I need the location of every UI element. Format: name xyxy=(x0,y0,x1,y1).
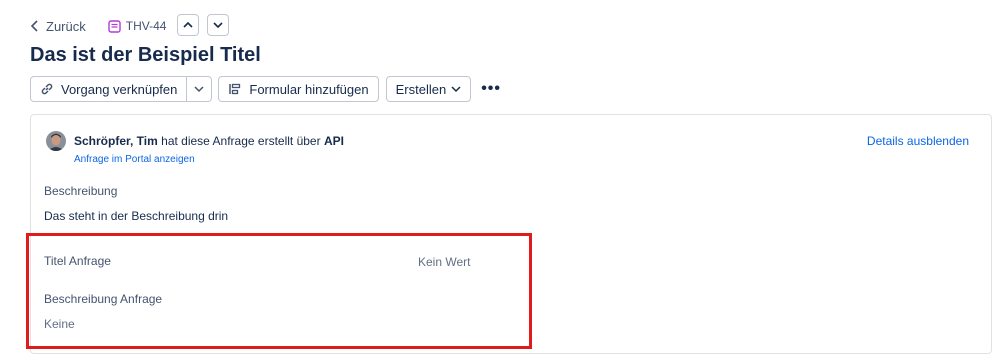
chevron-left-icon xyxy=(30,20,38,32)
request-creator-line: Schröpfer, Tim hat diese Anfrage erstell… xyxy=(74,134,344,148)
add-form-button[interactable]: Formular hinzufügen xyxy=(218,76,379,102)
chevron-up-icon xyxy=(183,21,193,28)
created-channel: API xyxy=(323,134,344,148)
description-label: Beschreibung xyxy=(44,184,118,198)
chevron-down-icon xyxy=(213,22,223,29)
back-link[interactable]: Zurück xyxy=(30,19,86,34)
created-via-text: hat diese Anfrage erstellt über xyxy=(161,134,321,148)
user-avatar-icon xyxy=(46,131,66,151)
hide-details-link[interactable]: Details ausblenden xyxy=(867,134,969,148)
link-issue-dropdown-button[interactable] xyxy=(187,76,213,102)
creator-name[interactable]: Schröpfer, Tim xyxy=(74,134,158,148)
back-label: Zurück xyxy=(46,18,86,34)
page-title: Das ist der Beispiel Titel xyxy=(30,44,261,66)
highlight-annotation-box xyxy=(26,233,532,349)
more-actions-button[interactable]: ••• xyxy=(481,80,501,98)
link-icon xyxy=(41,83,53,95)
avatar xyxy=(46,131,66,151)
create-dropdown-button[interactable]: Erstellen xyxy=(385,76,472,102)
request-type-icon xyxy=(108,19,121,33)
description-value: Das steht in der Beschreibung drin xyxy=(44,209,229,223)
view-in-portal-link[interactable]: Anfrage im Portal anzeigen xyxy=(74,154,195,165)
create-label: Erstellen xyxy=(395,81,447,97)
link-issue-split-button: Vorgang verknüpfen xyxy=(30,76,213,102)
add-form-label: Formular hinzufügen xyxy=(249,81,369,97)
link-issue-label: Vorgang verknüpfen xyxy=(61,81,178,97)
chevron-down-icon xyxy=(194,86,204,93)
chevron-down-icon xyxy=(451,86,461,93)
issue-key: THV-44 xyxy=(125,19,167,33)
form-icon xyxy=(229,83,241,95)
top-navigation: Zurück THV-44 xyxy=(30,14,166,38)
next-issue-button[interactable] xyxy=(207,14,229,36)
link-issue-button[interactable]: Vorgang verknüpfen xyxy=(30,76,188,102)
previous-issue-button[interactable] xyxy=(177,14,199,36)
issue-key-link[interactable]: THV-44 xyxy=(108,19,167,33)
toolbar: Vorgang verknüpfen Formular hinzufügen E… xyxy=(30,76,501,102)
